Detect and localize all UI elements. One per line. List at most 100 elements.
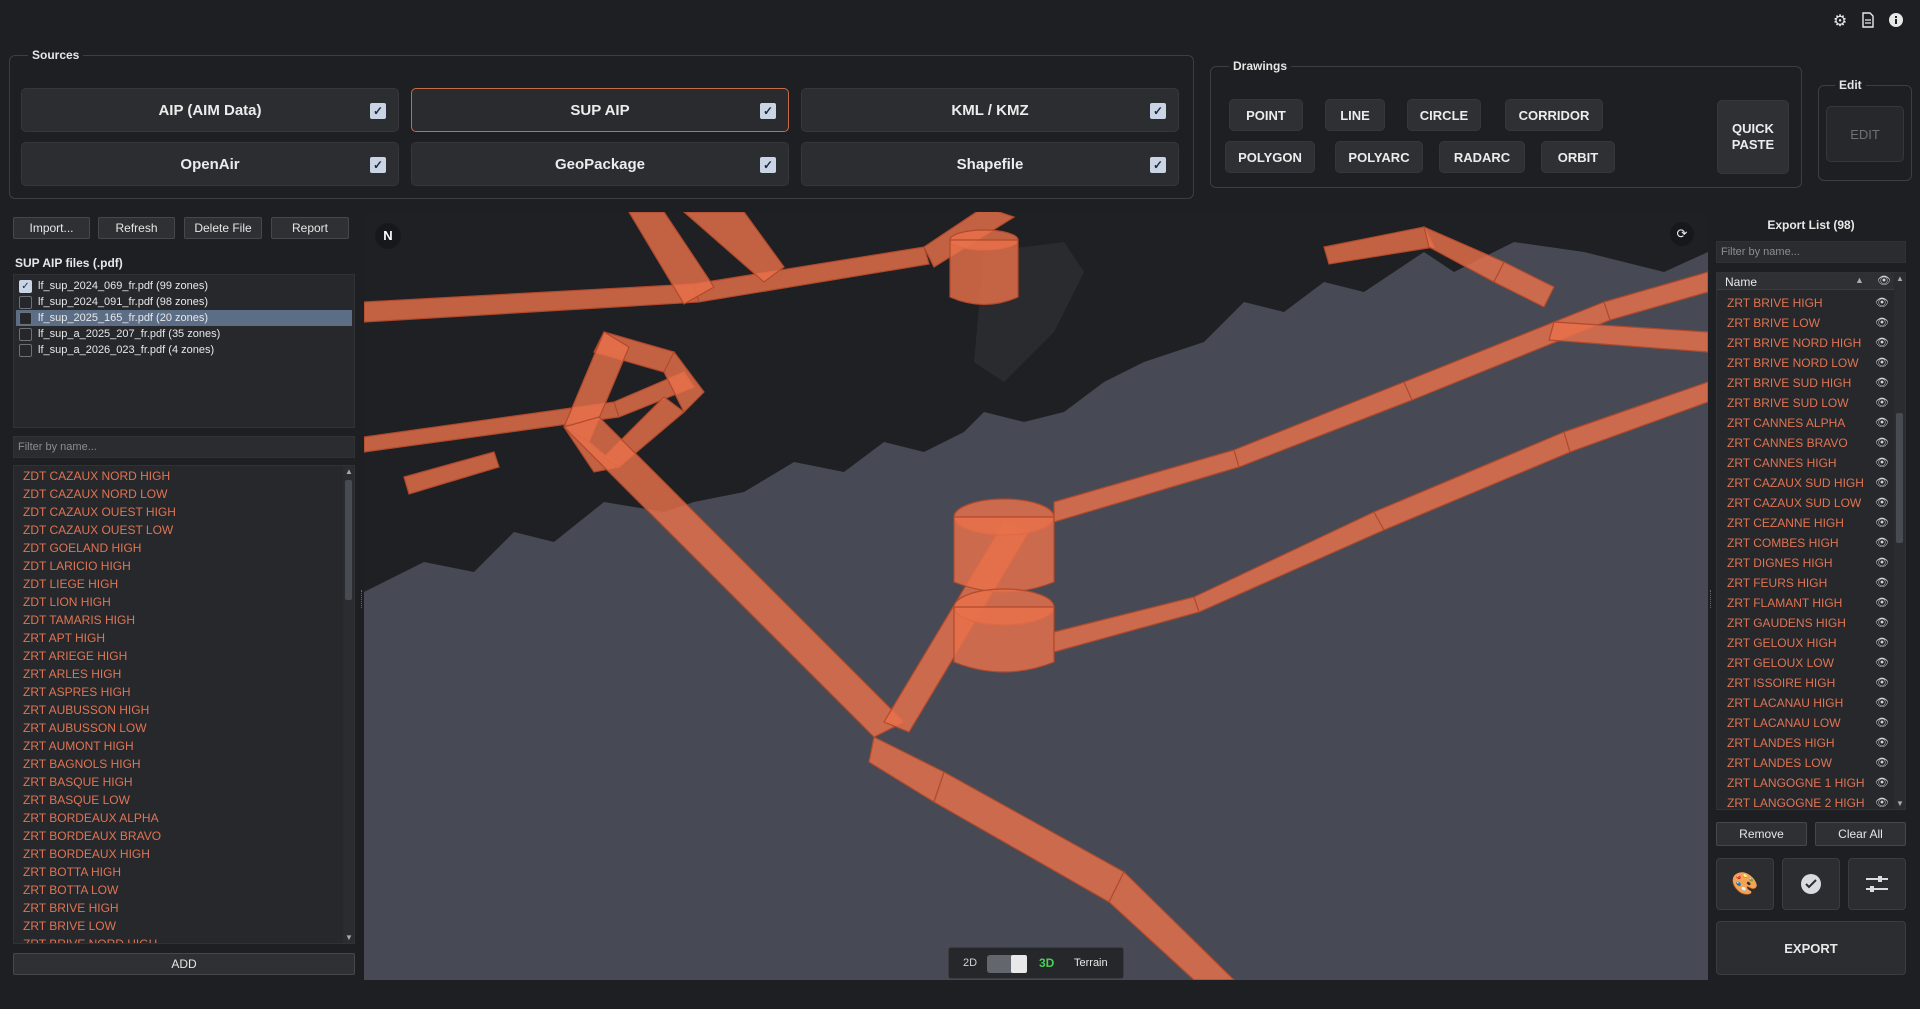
- zone-list-item[interactable]: ZRT BOTTA HIGH: [14, 863, 354, 881]
- eye-icon[interactable]: 👁: [1875, 793, 1889, 809]
- zone-list-item[interactable]: ZDT TAMARIS HIGH: [14, 611, 354, 629]
- zone-list-item[interactable]: ZRT BAGNOLS HIGH: [14, 755, 354, 773]
- zone-list-item[interactable]: ZDT CAZAUX OUEST LOW: [14, 521, 354, 539]
- export-list-item[interactable]: ZRT FEURS HIGH 👁: [1717, 573, 1895, 593]
- eye-icon[interactable]: 👁: [1875, 633, 1889, 653]
- reset-view-icon[interactable]: ⟳: [1670, 222, 1694, 246]
- export-list-item[interactable]: ZRT GELOUX HIGH 👁: [1717, 633, 1895, 653]
- eye-icon[interactable]: 👁: [1875, 733, 1889, 753]
- export-list-item[interactable]: ZRT BRIVE NORD LOW 👁: [1717, 353, 1895, 373]
- zone-list-item[interactable]: ZDT CAZAUX NORD LOW: [14, 485, 354, 503]
- export-list-item[interactable]: ZRT GAUDENS HIGH 👁: [1717, 613, 1895, 633]
- export-scroll-thumb[interactable]: [1896, 413, 1903, 543]
- file-row[interactable]: lf_sup_2024_091_fr.pdf (98 zones): [16, 294, 352, 310]
- view-mode-toggle[interactable]: 2D 3D Terrain: [948, 947, 1124, 979]
- zone-list-item[interactable]: ZDT GOELAND HIGH: [14, 539, 354, 557]
- export-list-item[interactable]: ZRT GELOUX LOW 👁: [1717, 653, 1895, 673]
- source-kml-button[interactable]: KML / KMZ ✓: [801, 88, 1179, 132]
- draw-orbit-button[interactable]: ORBIT: [1541, 141, 1615, 173]
- draw-corridor-button[interactable]: CORRIDOR: [1505, 99, 1603, 131]
- zone-list-item[interactable]: ZRT BRIVE HIGH: [14, 899, 354, 917]
- map-view[interactable]: N ⟳: [364, 212, 1708, 980]
- eye-icon[interactable]: 👁: [1875, 473, 1889, 493]
- quick-paste-button[interactable]: QUICK PASTE: [1717, 100, 1789, 174]
- checkbox-icon[interactable]: [19, 343, 32, 357]
- eye-icon[interactable]: 👁: [1875, 293, 1889, 313]
- export-list-item[interactable]: ZRT LANGOGNE 2 HIGH 👁: [1717, 793, 1895, 809]
- refresh-button[interactable]: Refresh: [98, 217, 175, 239]
- eye-icon[interactable]: 👁: [1875, 493, 1889, 513]
- settings-sliders-button[interactable]: [1848, 858, 1906, 910]
- file-row[interactable]: lf_sup_2025_165_fr.pdf (20 zones): [16, 310, 352, 326]
- export-list-item[interactable]: ZRT DIGNES HIGH 👁: [1717, 553, 1895, 573]
- terrain-label[interactable]: Terrain: [1074, 957, 1108, 969]
- eye-icon[interactable]: 👁: [1875, 373, 1889, 393]
- eye-icon[interactable]: 👁: [1875, 773, 1889, 793]
- zone-list-item[interactable]: ZRT BOTTA LOW: [14, 881, 354, 899]
- eye-icon[interactable]: 👁: [1875, 553, 1889, 573]
- zone-list-item[interactable]: ZRT AUBUSSON HIGH: [14, 701, 354, 719]
- sort-asc-icon[interactable]: ▲: [1855, 275, 1864, 285]
- zone-list-item[interactable]: ZRT BORDEAUX HIGH: [14, 845, 354, 863]
- eye-icon[interactable]: 👁: [1875, 453, 1889, 473]
- zone-list-item[interactable]: ZDT LION HIGH: [14, 593, 354, 611]
- export-list-item[interactable]: ZRT CANNES ALPHA 👁: [1717, 413, 1895, 433]
- mode-switch[interactable]: [987, 955, 1027, 973]
- edit-button[interactable]: EDIT: [1826, 106, 1904, 162]
- zone-list-item[interactable]: ZRT BORDEAUX ALPHA: [14, 809, 354, 827]
- gear-icon[interactable]: ⚙: [1830, 12, 1850, 32]
- source-geopackage-button[interactable]: GeoPackage ✓: [411, 142, 789, 186]
- validate-button[interactable]: [1782, 858, 1840, 910]
- info-icon[interactable]: [1886, 12, 1906, 32]
- add-button[interactable]: ADD: [13, 953, 355, 975]
- export-list-item[interactable]: ZRT LANGOGNE 1 HIGH 👁: [1717, 773, 1895, 793]
- checkbox-icon[interactable]: ✓: [370, 103, 386, 119]
- zone-list-item[interactable]: ZRT BRIVE LOW: [14, 917, 354, 935]
- zone-list-item[interactable]: ZRT BRIVE NORD HIGH: [14, 935, 354, 943]
- checkbox-icon[interactable]: ✓: [760, 103, 776, 119]
- export-list-item[interactable]: ZRT CEZANNE HIGH 👁: [1717, 513, 1895, 533]
- eye-icon[interactable]: 👁: [1875, 753, 1889, 773]
- import-button[interactable]: Import...: [13, 217, 90, 239]
- draw-point-button[interactable]: POINT: [1229, 99, 1303, 131]
- file-row[interactable]: lf_sup_a_2026_023_fr.pdf (4 zones): [16, 342, 352, 358]
- source-sup-aip-button[interactable]: SUP AIP ✓: [411, 88, 789, 132]
- zone-list-item[interactable]: ZRT ASPRES HIGH: [14, 683, 354, 701]
- zone-list-item[interactable]: ZRT BASQUE LOW: [14, 791, 354, 809]
- name-column-header[interactable]: Name: [1725, 275, 1757, 289]
- export-list-item[interactable]: ZRT BRIVE LOW 👁: [1717, 313, 1895, 333]
- splitter-handle-left[interactable]: [361, 590, 363, 608]
- remove-button[interactable]: Remove: [1716, 822, 1807, 846]
- eye-icon[interactable]: 👁: [1875, 613, 1889, 633]
- zones-scroll-thumb[interactable]: [345, 480, 352, 600]
- zone-list-item[interactable]: ZDT LARICIO HIGH: [14, 557, 354, 575]
- zone-list-item[interactable]: ZRT AUMONT HIGH: [14, 737, 354, 755]
- checkbox-icon[interactable]: [19, 311, 32, 325]
- draw-radarc-button[interactable]: RADARC: [1439, 141, 1525, 173]
- export-list-item[interactable]: ZRT LANDES LOW 👁: [1717, 753, 1895, 773]
- delete-file-button[interactable]: Delete File: [184, 217, 262, 239]
- zone-list-item[interactable]: ZRT BASQUE HIGH: [14, 773, 354, 791]
- zone-list-item[interactable]: ZDT LIEGE HIGH: [14, 575, 354, 593]
- export-list-item[interactable]: ZRT BRIVE SUD HIGH 👁: [1717, 373, 1895, 393]
- eye-icon[interactable]: 👁: [1875, 313, 1889, 333]
- export-list-item[interactable]: ZRT LACANAU HIGH 👁: [1717, 693, 1895, 713]
- draw-line-button[interactable]: LINE: [1325, 99, 1385, 131]
- eye-icon[interactable]: 👁: [1875, 593, 1889, 613]
- zone-list-item[interactable]: ZRT AUBUSSON LOW: [14, 719, 354, 737]
- source-aip-button[interactable]: AIP (AIM Data) ✓: [21, 88, 399, 132]
- zone-filter-input[interactable]: [13, 436, 355, 458]
- zone-list-item[interactable]: ZDT CAZAUX OUEST HIGH: [14, 503, 354, 521]
- export-button[interactable]: EXPORT: [1716, 921, 1906, 975]
- zone-list-item[interactable]: ZRT APT HIGH: [14, 629, 354, 647]
- clear-all-button[interactable]: Clear All: [1815, 822, 1906, 846]
- export-filter-input[interactable]: [1716, 241, 1906, 263]
- file-row[interactable]: ✓ lf_sup_2024_069_fr.pdf (99 zones): [16, 278, 352, 294]
- export-list-item[interactable]: ZRT CAZAUX SUD LOW 👁: [1717, 493, 1895, 513]
- export-list-item[interactable]: ZRT BRIVE SUD LOW 👁: [1717, 393, 1895, 413]
- checkbox-icon[interactable]: ✓: [19, 279, 32, 293]
- zones-scrollbar[interactable]: ▲ ▼: [343, 466, 354, 943]
- draw-polyarc-button[interactable]: POLYARC: [1335, 141, 1423, 173]
- eye-icon[interactable]: 👁: [1875, 333, 1889, 353]
- zone-list-item[interactable]: ZRT ARIEGE HIGH: [14, 647, 354, 665]
